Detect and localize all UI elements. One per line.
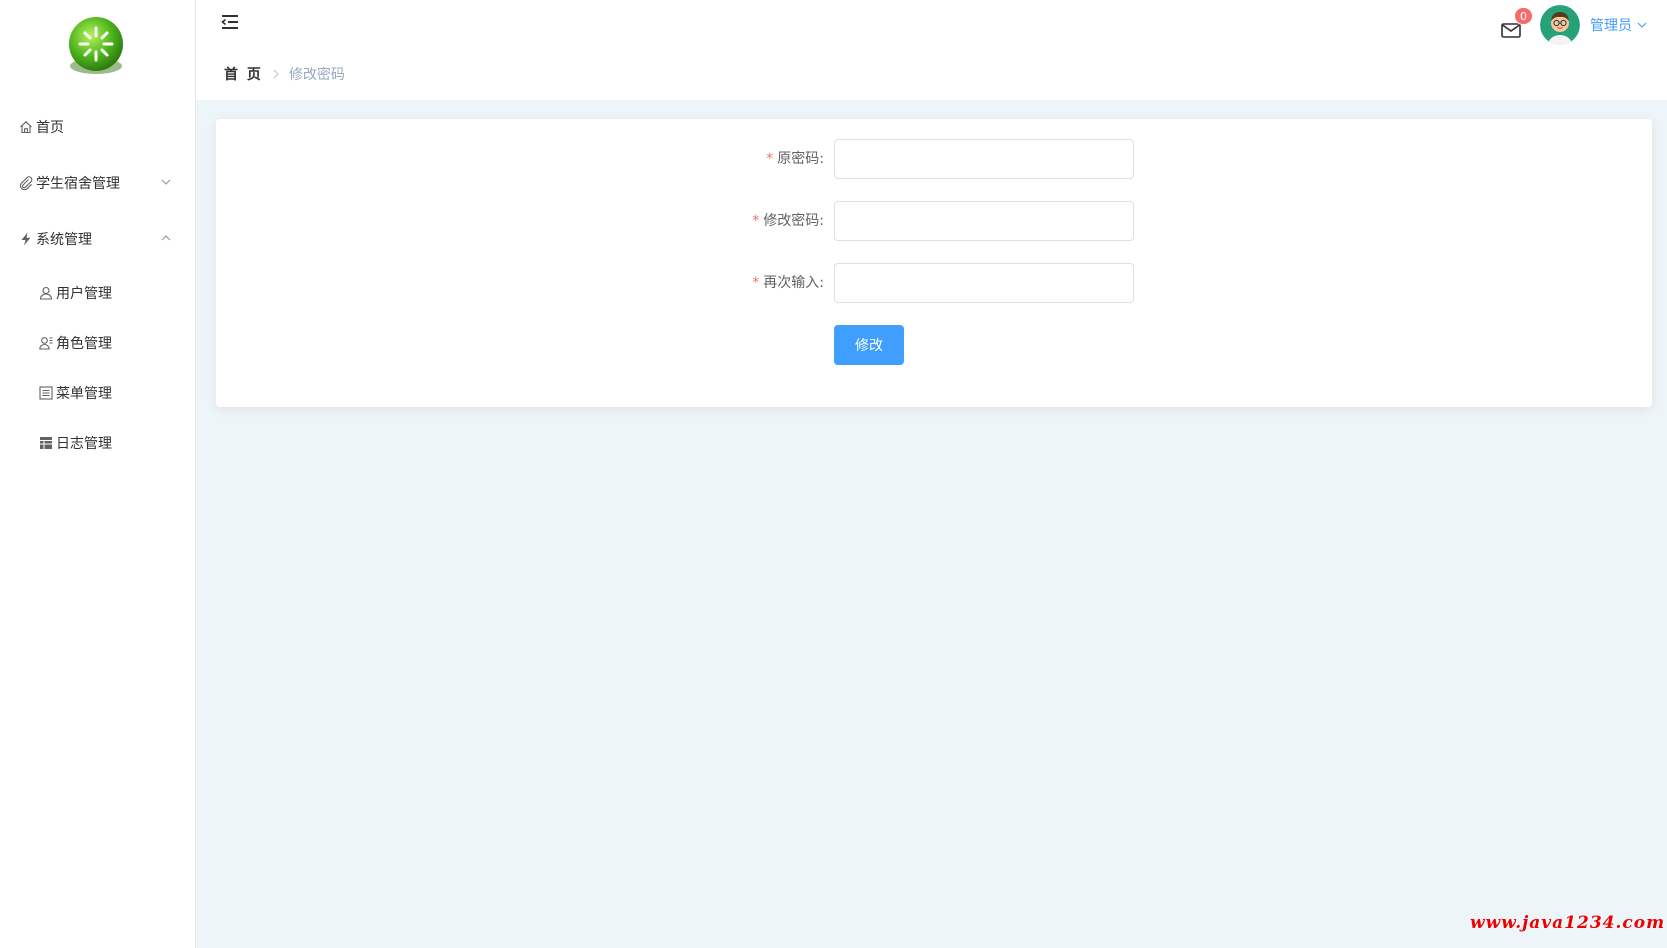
user-menu[interactable]: 管理员 [1590,15,1648,35]
top-header: 首 页 修改密码 0 管理员 [196,0,1667,100]
confirm-password-row: * 再次输入: [216,263,1652,303]
paperclip-icon [18,175,34,191]
collapse-menu-icon[interactable] [220,12,240,32]
new-password-input[interactable] [834,201,1134,241]
chevron-up-icon [160,232,174,246]
sidebar-item-menus[interactable]: 菜单管理 [0,373,196,413]
sidebar-item-label: 学生宿舍管理 [36,176,120,192]
sidebar-item-users[interactable]: 用户管理 [0,273,196,313]
watermark: www.java1234.com [1470,913,1666,933]
lightning-icon [18,231,34,247]
username-label: 管理员 [1590,18,1632,34]
new-password-label: * 修改密码: [752,213,824,229]
sidebar-item-label: 系统管理 [36,232,92,248]
new-password-row: * 修改密码: [216,201,1652,241]
sidebar-item-dormitory[interactable]: 学生宿舍管理 [0,163,196,203]
notification-badge: 0 [1514,7,1533,25]
list-icon [38,385,54,401]
sidebar-item-home[interactable]: 首页 [0,107,196,147]
home-icon [18,119,34,135]
change-password-card: * 原密码: * 修改密码: * 再次输入: 修改 [216,119,1652,407]
confirm-password-label: * 再次输入: [752,275,824,291]
sidebar-item-label: 用户管理 [56,286,112,302]
old-password-row: * 原密码: [216,139,1652,179]
table-icon [38,435,54,451]
sidebar-item-logs[interactable]: 日志管理 [0,423,196,463]
sidebar-item-roles[interactable]: 角色管理 [0,323,196,363]
confirm-password-input[interactable] [834,263,1134,303]
chevron-down-icon [160,176,174,190]
breadcrumb-current: 修改密码 [288,67,345,83]
role-icon [38,335,54,351]
sidebar-item-label: 日志管理 [56,436,112,452]
sidebar-item-label: 角色管理 [56,336,112,352]
sidebar-item-system[interactable]: 系统管理 [0,219,196,259]
submit-button[interactable]: 修改 [834,325,904,365]
app-logo [64,14,128,78]
chevron-right-icon [271,69,281,79]
user-icon [38,285,54,301]
sidebar: 首页 学生宿舍管理 系统管理 用户管理 角色管理 菜单管理 日志管理 [0,0,196,948]
old-password-input[interactable] [834,139,1134,179]
sidebar-item-label: 菜单管理 [56,386,112,402]
sidebar-item-label: 首页 [36,120,64,136]
breadcrumb-home[interactable]: 首 页 [224,64,263,84]
chevron-down-icon [1637,22,1647,28]
breadcrumb: 首 页 修改密码 [224,64,345,84]
old-password-label: * 原密码: [766,151,824,167]
avatar[interactable] [1540,5,1580,45]
